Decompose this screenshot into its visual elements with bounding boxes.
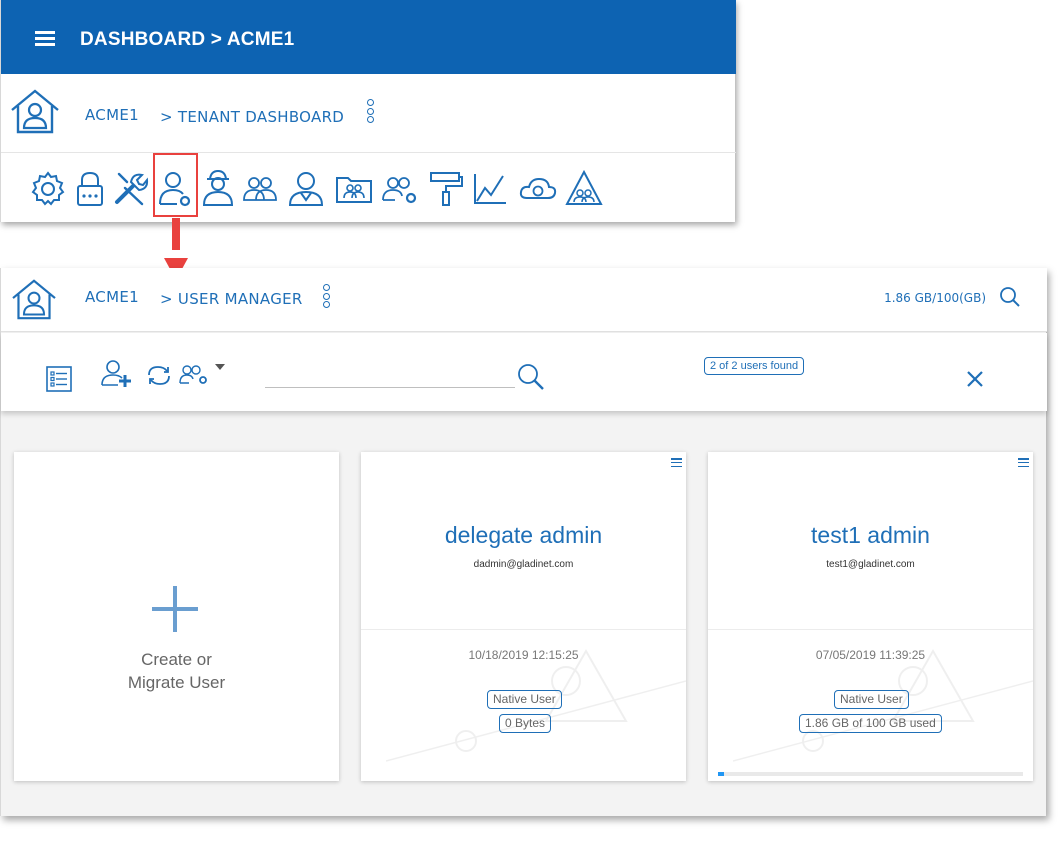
cloud-storage-icon[interactable] [519,168,557,208]
group-settings-icon[interactable] [381,168,419,208]
breadcrumb-tenant[interactable]: ACME1 [85,106,139,124]
agent-user-icon[interactable] [199,168,237,208]
card-divider [361,629,686,630]
more-options-icon[interactable] [367,99,377,125]
breadcrumb: ACME1 > TENANT DASHBOARD [1,84,736,144]
tenant-dashboard-panel: DASHBOARD > ACME1 ACME1 > TENANT DASHBOA… [0,0,736,222]
user-email: dadmin@gladinet.com [473,559,574,570]
warning-triangle-icon[interactable] [565,168,603,208]
storage-usage-fill [718,772,724,776]
card-menu-icon[interactable] [671,458,682,468]
user-manager-panel: ACME1 > USER MANAGER 1.86 GB/100(GB) 2 o… [0,268,1047,816]
user-email: test1@gladinet.com [826,559,915,570]
gear-icon[interactable] [29,168,67,208]
user-card[interactable]: delegate admin dadmin@gladinet.com 10/18… [361,452,686,781]
storage-usage-badge: 1.86 GB of 100 GB used [799,714,942,733]
user-name[interactable]: test1 admin [708,522,1033,549]
breadcrumb-current: > USER MANAGER [160,290,303,308]
search-underline [265,387,515,388]
app-header-bar: DASHBOARD > ACME1 [1,0,736,74]
add-user-icon[interactable] [101,359,133,387]
tools-icon[interactable] [111,168,149,208]
paint-roller-icon[interactable] [427,168,465,208]
user-last-login: 07/05/2019 11:39:25 [815,648,926,662]
group-icon[interactable] [241,168,279,208]
highlighted-user-manager-outline [153,153,198,217]
close-icon[interactable] [963,367,987,391]
sync-icon[interactable] [145,363,173,387]
user-last-login: 10/18/2019 12:15:25 [468,648,579,662]
more-options-icon[interactable] [323,284,333,310]
divider [1,152,736,153]
results-count-badge: 2 of 2 users found [704,357,805,375]
home-icon[interactable] [9,88,61,134]
user-type-badge: Native User [487,690,562,709]
storage-quota: 1.86 GB/100(GB) [884,291,986,305]
plus-icon [152,586,198,632]
user-manager-header: ACME1 > USER MANAGER 1.86 GB/100(GB) [1,268,1047,332]
chevron-down-icon[interactable] [214,363,226,371]
team-folder-icon[interactable] [335,168,373,208]
user-type-badge: Native User [834,690,909,709]
hamburger-menu-icon[interactable] [35,31,55,47]
search-icon[interactable] [517,363,545,391]
callout-arrow-shaft [172,218,180,250]
screenshot-stage: DASHBOARD > ACME1 ACME1 > TENANT DASHBOA… [0,0,1063,868]
home-icon[interactable] [9,278,59,320]
breadcrumb-tenant[interactable]: ACME1 [85,288,139,306]
user-name[interactable]: delegate admin [361,522,686,549]
list-view-icon[interactable] [46,366,72,392]
create-user-label: Create or Migrate User [127,650,226,692]
breadcrumb-current: > TENANT DASHBOARD [160,108,345,126]
card-menu-icon[interactable] [1018,458,1029,468]
user-card[interactable]: test1 admin test1@gladinet.com 07/05/201… [708,452,1033,781]
admin-user-icon[interactable] [287,168,325,208]
group-settings-icon[interactable] [179,363,209,385]
search-input[interactable] [265,363,515,387]
storage-usage-bar [718,772,1023,776]
app-title: DASHBOARD > ACME1 [80,29,295,50]
lock-icon[interactable] [71,168,109,208]
chart-icon[interactable] [471,168,509,208]
search-icon[interactable] [999,286,1021,308]
storage-usage-badge: 0 Bytes [499,714,552,733]
create-user-card[interactable]: Create or Migrate User [14,452,339,781]
card-divider [708,629,1033,630]
user-manager-toolbar: 2 of 2 users found [1,333,1047,411]
